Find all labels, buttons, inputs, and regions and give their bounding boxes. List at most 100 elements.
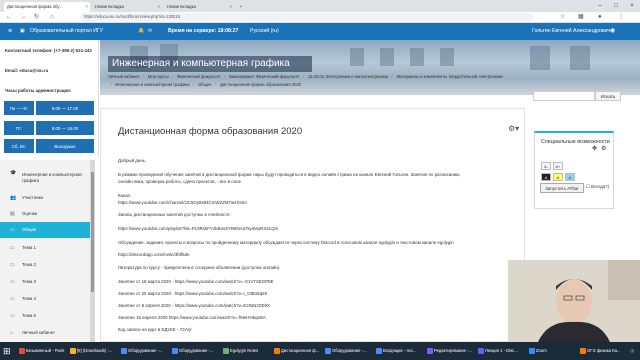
close-icon[interactable]: × (158, 2, 160, 12)
sidebar-item-topic-4[interactable]: ▭ Тема 4 (0, 291, 90, 307)
close-icon[interactable]: × (230, 2, 232, 12)
block-title: Специальные возможности (541, 139, 610, 145)
sidebar-item-topic-2[interactable]: ▭ Тема 2 (0, 257, 90, 273)
post-paragraph: онлайн явка, проверка работы, сдача прое… (118, 179, 243, 184)
taskbar-item[interactable]: Дистанционная ф... (273, 344, 322, 358)
taskbar-item[interactable]: Оборудование -... (324, 344, 373, 358)
taskbar-item[interactable]: Входящие - ncc... (375, 344, 424, 358)
app-icon (529, 348, 535, 354)
checkbox-label: Всегда?) (591, 184, 610, 189)
bell-icon[interactable]: 🔔 (138, 23, 144, 40)
browser-tab[interactable]: Новая вкладка × (164, 2, 234, 12)
taskbar-item[interactable]: Безымянный - Paint (18, 344, 67, 358)
contact-email[interactable]: Email: educa@isu.ru (5, 68, 48, 73)
gear-icon[interactable]: ⚙ (601, 145, 606, 152)
forum-search-input[interactable] (533, 91, 595, 101)
start-menu-icon[interactable]: ⊞ (3, 345, 15, 357)
browser-tab-bar: Дистанционная форма обу… × Новая вкладка ×… (0, 0, 640, 12)
minimize-icon[interactable]: – (592, 0, 608, 12)
back-icon[interactable]: ← (6, 12, 12, 22)
increase-font-button[interactable]: A+ (553, 162, 563, 170)
new-tab-button[interactable]: + (236, 2, 246, 12)
taskbar-item[interactable]: Лекция 1 - Disc... (477, 344, 526, 358)
search-button[interactable]: Искать (595, 91, 621, 101)
extensions-icon[interactable]: ▦ (578, 12, 584, 22)
taskbar-item-label: Оборудование -... (179, 348, 214, 353)
breadcrumb-item[interactable]: Бакалавриат Физический факультет (229, 74, 299, 79)
forward-icon[interactable]: → (20, 12, 26, 22)
post-link[interactable]: https://www.youtube.com/playlist?list=PL… (118, 226, 278, 232)
post-link[interactable]: https://www.youtube.com/channel/UC5Oy9x8… (118, 200, 247, 206)
breadcrumb-item[interactable]: Инженерная и компьютерная графика (115, 82, 189, 87)
maximize-icon[interactable]: □ (608, 0, 624, 12)
sidebar-item-label: Тема 4 (22, 296, 36, 301)
tab-label: Новая вкладка (95, 4, 124, 9)
post-link[interactable]: https://discordapp.com/invite/3fdf6de (118, 252, 190, 258)
sidebar-scroll-thumb[interactable] (91, 172, 94, 292)
taskbar-item[interactable]: Egolygin Notes (222, 344, 271, 358)
post-link[interactable]: Занятие от 25 марта 2020 - https://www.y… (118, 291, 267, 297)
taskbar-item[interactable]: Оборудование -... (171, 344, 220, 358)
breadcrumb-item[interactable]: Материалы и компоненты твердотельной эле… (397, 74, 503, 79)
chat-icon[interactable]: ✉ (148, 23, 152, 40)
start-atbar-button[interactable]: Запустить ATbar (540, 183, 584, 193)
post-link[interactable]: Занятие от 18 марта 2020 - https://www.y… (118, 279, 274, 285)
breadcrumb: Личный кабинет / Мои курсы / Физический фа… (108, 74, 503, 87)
sidebar-item-dashboard[interactable]: ⌂ Личный кабинет (0, 325, 90, 341)
sidebar-item-topic-3[interactable]: ▭ Тема 3 (0, 274, 90, 290)
user-menu[interactable]: Гольгин Евгений Александрович (532, 23, 610, 40)
language-select[interactable]: Русский (ru) (250, 23, 279, 40)
schedule-table: Пн — Чт: 9.00 — 17.00 Пт: 9.00 — 16.00 С… (3, 100, 95, 156)
post-paragraph: Обсуждение, задания, проекты и вопросы п… (118, 240, 454, 245)
breadcrumb-item[interactable]: Физический факультет (177, 74, 221, 79)
breadcrumb-item[interactable]: Общее (198, 82, 212, 87)
sidebar-item-general[interactable]: ▭ Общее (0, 222, 90, 238)
always-checkbox[interactable]: ☐ Всегда?) (586, 184, 609, 190)
decrease-font-button[interactable]: A- (541, 162, 551, 170)
sidebar-item-label: Инженерная и компьютерная графика (22, 172, 82, 183)
sidebar-item-grades[interactable]: ▤ Оценки (0, 206, 90, 222)
reload-icon[interactable]: ↻ (34, 12, 39, 22)
taskbar-item[interactable]: Оборудование -... (120, 344, 169, 358)
home-icon[interactable]: ⌂ (50, 12, 54, 22)
breadcrumb-item[interactable]: Личный кабинет (108, 74, 140, 79)
browser-tab[interactable]: Новая вкладка × (92, 2, 162, 12)
contrast-blue-button[interactable]: A (565, 173, 575, 181)
sidebar-item-topic-1[interactable]: ▭ Тема 1 (0, 240, 90, 256)
post-paragraph: В режиме проведения обучения занятий в д… (118, 172, 461, 177)
post-link[interactable]: Занятие 15 апреля 2020 https://www.youtu… (118, 315, 266, 321)
post-link[interactable]: Занятие от 8 апреля 2020 - https://www.y… (118, 303, 270, 309)
address-bar[interactable]: https://educa.isu.ru/mod/forum/view.php?… (80, 13, 534, 21)
site-name[interactable]: Образовательный портал ИГУ (30, 23, 103, 40)
schedule-hours: Выходные (35, 138, 95, 154)
taskbar-item[interactable]: Редактирование -... (426, 344, 475, 358)
move-icon[interactable]: ✥ (592, 145, 597, 152)
sidebar-item-course[interactable]: 🎓 Инженерная и компьютерная графика (0, 168, 90, 188)
avatar[interactable]: ◉ (610, 23, 615, 40)
taskbar-item[interactable]: [9] (Downloads) -... (69, 344, 118, 358)
contrast-dark-button[interactable]: A (541, 173, 551, 181)
app-icon (19, 348, 25, 354)
breadcrumb-item[interactable]: 11.03.04 Электроника и наноэлектроника (308, 74, 388, 79)
sidebar-item-participants[interactable]: 👥 Участники (0, 190, 90, 206)
profile-icon[interactable]: ● (598, 12, 602, 22)
hamburger-icon[interactable]: ≡ (8, 23, 12, 40)
gear-icon[interactable]: ⚙▾ (508, 124, 519, 133)
sidebar-item-topic-5[interactable]: ▭ Тема 5 (0, 308, 90, 324)
taskbar-item[interactable]: Zoom (528, 344, 577, 358)
home-icon: ⌂ (10, 330, 14, 336)
contrast-yellow-button[interactable]: A (553, 173, 563, 181)
close-icon[interactable]: × (86, 2, 88, 12)
schedule-day: Сб, Вс: (3, 138, 35, 154)
taskbar-item-label: Оборудование -... (128, 348, 163, 353)
bookmark-icon[interactable]: ☆ (560, 12, 565, 22)
post-paragraph: Код записи на курс в ЕДУКЕ - 7zvVjI (118, 327, 192, 332)
menu-icon[interactable]: ⋮ (618, 12, 624, 22)
page-title: Дистанционная форма образования 2020 (118, 126, 303, 137)
taskbar-item[interactable]: ОГЭ физика Ка... (579, 344, 628, 358)
taskbar-item-label: Входящие - ncc... (383, 348, 417, 353)
close-window-icon[interactable]: × (624, 0, 640, 12)
breadcrumb-item[interactable]: Мои курсы (148, 74, 169, 79)
browser-tab-active[interactable]: Дистанционная форма обу… × (4, 2, 90, 12)
app-icon (70, 348, 76, 354)
